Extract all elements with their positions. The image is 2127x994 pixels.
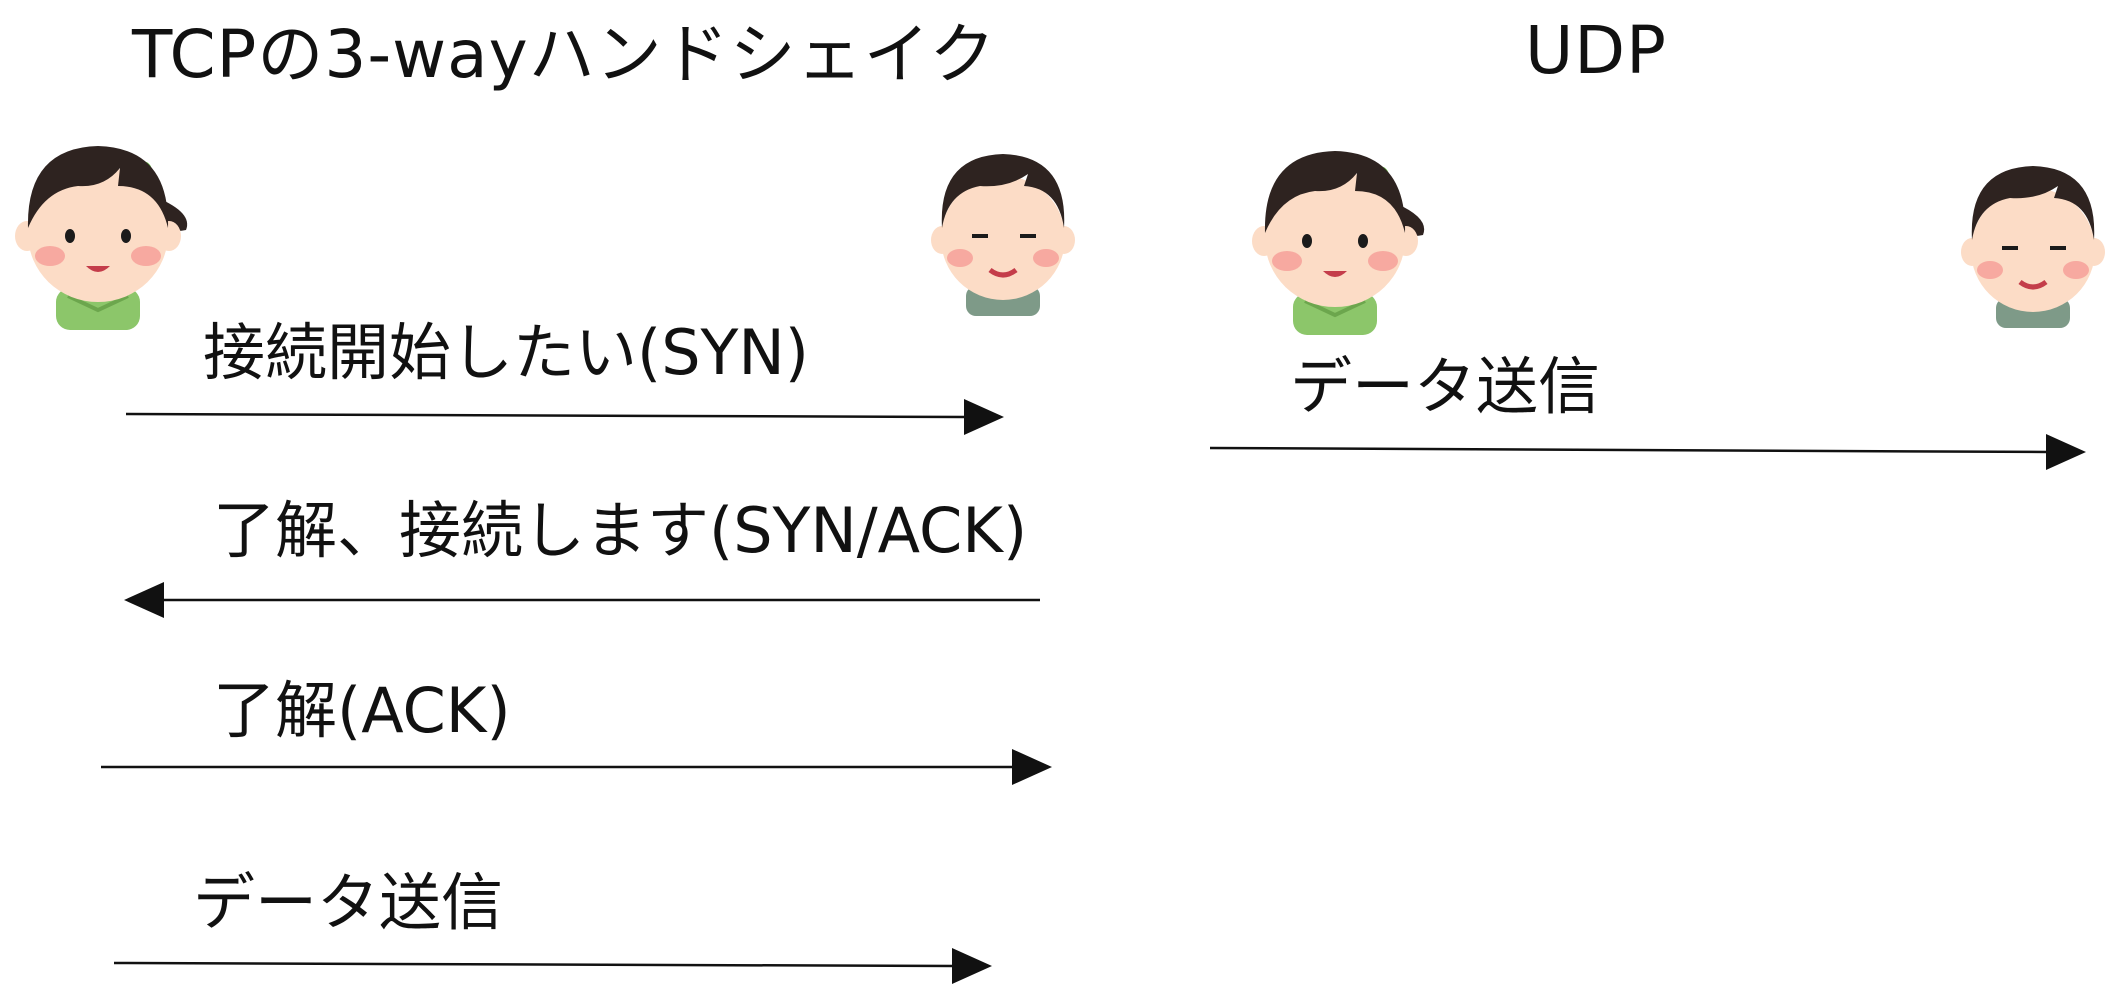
udp-data-arrow: [1209, 434, 2086, 470]
tcp-ack-arrow: [101, 749, 1052, 785]
tcp-syn-arrow: [125, 399, 1004, 435]
tcp-data-arrow: [113, 948, 992, 984]
diagram-canvas: TCPの3-wayハンドシェイク UDP 接続開始したい(SYN) 了解、接続し…: [0, 0, 2127, 994]
tcp-syn-ack-arrow: [124, 582, 1040, 618]
arrow-layer: [101, 399, 2086, 984]
